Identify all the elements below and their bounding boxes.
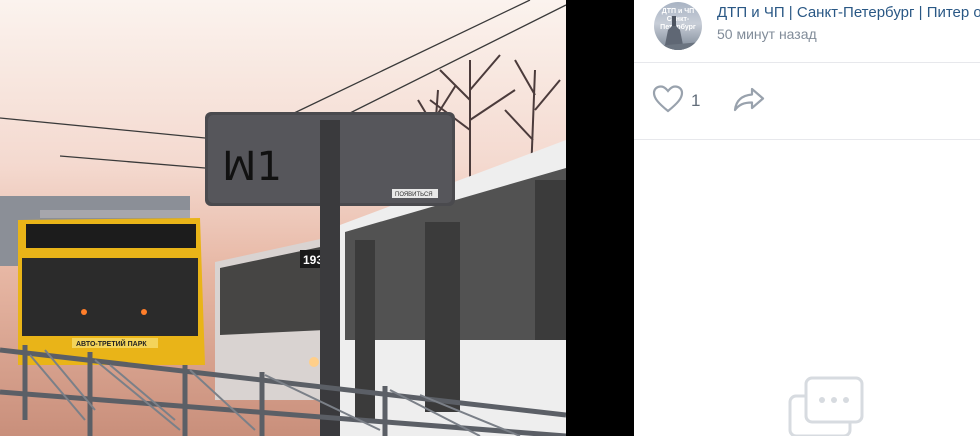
share-button[interactable] xyxy=(732,85,766,113)
avatar[interactable]: ДТП и ЧП Санкт-Петербург xyxy=(654,2,702,50)
comment-bubble-icon xyxy=(788,376,864,438)
post-sidebar: ДТП и ЧП Санкт-Петербург ДТП и ЧП | Санк… xyxy=(634,0,980,438)
sign-sticker: ПОЯВИТЬСЯ xyxy=(395,192,433,198)
post-actions: 1 xyxy=(634,63,980,140)
photo-scene: 193 АВТО-ТРЕТИЙ ПАРК ꟽ1 ПОЯВИТЬСЯ xyxy=(0,0,566,436)
photo-divider xyxy=(566,0,634,436)
bus-banner: АВТО-ТРЕТИЙ ПАРК xyxy=(76,339,147,348)
like-count: 1 xyxy=(691,91,701,110)
post-header: ДТП и ЧП Санкт-Петербург ДТП и ЧП | Санк… xyxy=(634,0,980,63)
post-time[interactable]: 50 минут назад xyxy=(717,26,817,42)
post-photo[interactable]: 193 АВТО-ТРЕТИЙ ПАРК ꟽ1 ПОЯВИТЬСЯ xyxy=(0,0,566,436)
sign-graffiti: ꟽ1 xyxy=(222,144,282,190)
share-icon xyxy=(733,87,765,112)
yellow-bus: АВТО-ТРЕТИЙ ПАРК xyxy=(18,218,205,365)
group-name-link[interactable]: ДТП и ЧП | Санкт-Петербург | Питер онлай… xyxy=(717,4,980,21)
comments-empty-state xyxy=(786,374,866,438)
heart-icon xyxy=(652,85,684,113)
